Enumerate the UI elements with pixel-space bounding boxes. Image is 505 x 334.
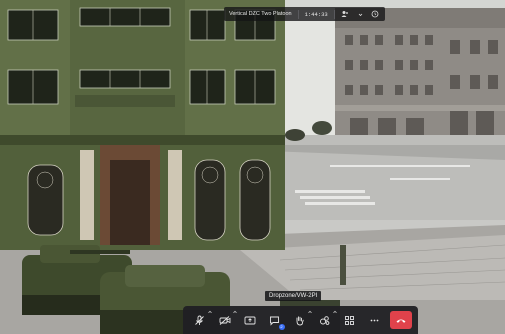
chevron-up-icon[interactable]	[207, 309, 213, 315]
video-call-window: Vertical DZC Two Platoon 1:44:33 Dropzon…	[0, 0, 505, 334]
participants-icon[interactable]	[341, 10, 350, 19]
distant-vehicle	[285, 129, 305, 141]
camera-icon	[219, 315, 230, 325]
reactions-icon	[320, 315, 330, 325]
chat-icon	[270, 316, 279, 326]
apps-icon	[345, 315, 354, 325]
share-screen-button[interactable]	[240, 311, 260, 329]
camera-button[interactable]	[215, 309, 238, 329]
foreground-building	[0, 0, 285, 250]
chevron-up-icon[interactable]	[332, 309, 338, 315]
divider	[333, 9, 335, 19]
more-options-button[interactable]	[365, 311, 385, 329]
divider	[297, 9, 299, 19]
mic-button[interactable]	[190, 309, 213, 329]
meeting-info-bar: Vertical DZC Two Platoon 1:44:33	[224, 7, 385, 21]
mic-icon	[195, 315, 204, 325]
apps-button[interactable]	[340, 311, 360, 329]
reactions-button[interactable]	[315, 309, 338, 329]
dropdown-arrow-icon[interactable]	[356, 10, 365, 19]
lamp-post	[340, 245, 346, 285]
leave-call-icon	[396, 319, 405, 323]
more-icon	[370, 319, 379, 321]
raise-hand-button[interactable]	[290, 309, 313, 329]
meeting-title: Vertical DZC Two Platoon	[229, 11, 292, 17]
video-feed	[0, 0, 505, 334]
shield-icon[interactable]	[371, 10, 380, 19]
chat-badge: 2	[278, 324, 285, 330]
raise-hand-icon	[296, 315, 304, 325]
call-toolbar: 2	[183, 306, 418, 334]
meeting-timer: 1:44:33	[304, 10, 328, 18]
participant-name-tag: Dropzone/VW-2PI	[265, 291, 322, 301]
chevron-up-icon[interactable]	[232, 309, 238, 315]
chevron-up-icon[interactable]	[307, 309, 313, 315]
leave-call-button[interactable]	[389, 311, 412, 329]
share-screen-icon	[244, 316, 255, 324]
chat-button[interactable]: 2	[265, 311, 285, 330]
